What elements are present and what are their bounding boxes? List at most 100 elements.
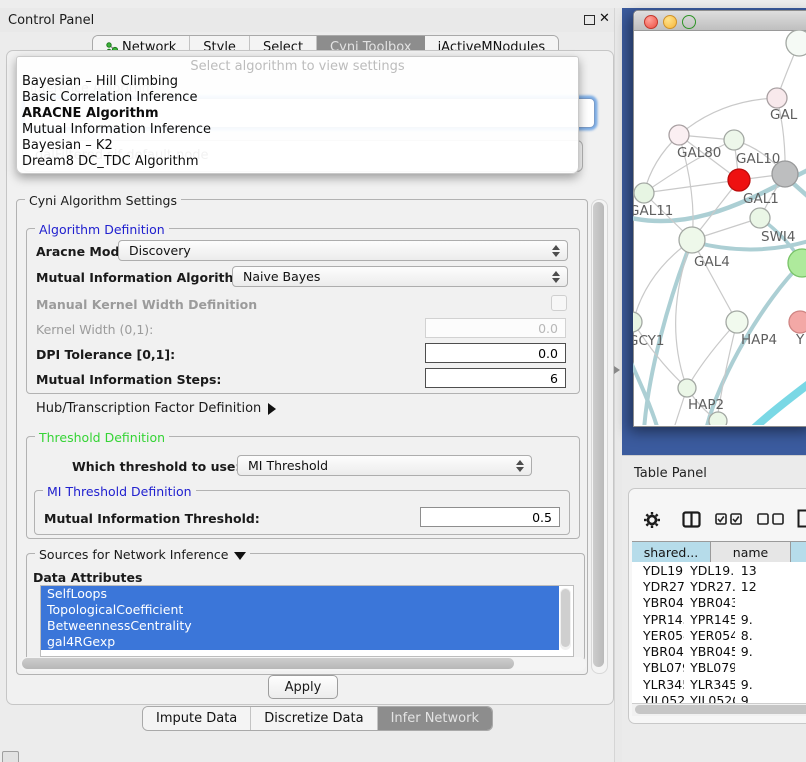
table-row[interactable]: YBL079WYBL079W (632, 660, 806, 676)
algorithm-dropdown-popup: Select algorithm to view settings Bayesi… (16, 56, 579, 174)
mi-threshold-group-title: MI Threshold Definition (43, 484, 196, 499)
node-gray[interactable] (772, 161, 798, 187)
attribute-option[interactable]: TopologicalCoefficient (41, 602, 559, 618)
table-cell: 9. (735, 677, 806, 692)
sources-group-title[interactable]: Sources for Network Inference (35, 547, 250, 562)
minimize-traffic-light-icon[interactable] (663, 15, 677, 29)
cyni-settings-title: Cyni Algorithm Settings (25, 193, 181, 208)
network-window-titlebar[interactable] (634, 11, 806, 31)
algorithm-definition-title: Algorithm Definition (35, 222, 169, 237)
column-header[interactable]: A (791, 542, 806, 563)
table-row[interactable]: YJL052CYJL052C9 (632, 692, 806, 703)
node-label: GAL1 (743, 191, 779, 207)
algorithm-option[interactable]: Basic Correlation Inference (17, 90, 578, 106)
table-row[interactable]: YDL19...YDL19...13 (632, 562, 806, 578)
algorithm-option[interactable]: Mutual Information Inference (17, 122, 578, 138)
network-edge (750, 380, 806, 425)
which-threshold-combo[interactable]: MI Threshold (237, 455, 532, 476)
attribute-option[interactable]: gal4RGexp (41, 634, 559, 650)
node-label: HAP4 (741, 332, 777, 348)
table-row[interactable]: YDR27...YDR27...12 (632, 578, 806, 594)
node-gal1[interactable] (728, 169, 750, 191)
network-edge (679, 98, 777, 135)
node-salmon[interactable] (789, 311, 806, 333)
table-row[interactable]: YPR145WYPR145W9. (632, 611, 806, 627)
hub-definition-label: Hub/Transcription Factor Definition (36, 401, 261, 416)
table-row[interactable]: YBR045CYBR045C9. (632, 643, 806, 659)
table-cell: YBL079W (684, 660, 735, 675)
table-row[interactable]: YLR345WYLR345W9. (632, 676, 806, 692)
node-hap4[interactable] (726, 311, 748, 333)
aracne-mode-combo[interactable]: Discovery (118, 240, 568, 261)
node-top-partial[interactable] (786, 30, 806, 56)
algorithm-option[interactable]: Dream8 DC_TDC Algorithm (17, 154, 578, 170)
node-label: GAL (770, 107, 798, 123)
table-body: YDL19...YDL19...13YDR27...YDR27...12YBR0… (632, 562, 806, 703)
network-edge (692, 240, 737, 322)
settings-vertical-scrollbar-thumb[interactable] (593, 202, 604, 667)
tab-label: Impute Data (156, 711, 237, 726)
tab-discretize-data[interactable]: Discretize Data (251, 707, 377, 730)
node-gal-pink[interactable] (767, 88, 787, 108)
zoom-traffic-light-icon[interactable] (682, 15, 696, 29)
node-gcy1[interactable] (633, 312, 642, 332)
tab-label: Infer Network (391, 711, 479, 726)
document-icon[interactable] (797, 509, 806, 529)
node-gal80[interactable] (669, 125, 689, 145)
apply-button[interactable]: Apply (268, 675, 338, 699)
node-label: GAL11 (633, 203, 673, 219)
node-hap2[interactable] (678, 379, 696, 397)
algorithm-option[interactable]: Bayesian – Hill Climbing (17, 74, 578, 90)
sources-label: Sources for Network Inference (39, 547, 228, 562)
algorithm-option[interactable]: Bayesian – K2 (17, 138, 578, 154)
node-gal10[interactable] (724, 130, 744, 150)
table-cell: YPR145W (632, 612, 684, 627)
table-cell: YBR045C (632, 644, 684, 659)
node-gal4[interactable] (679, 227, 705, 253)
panel-corner-button[interactable] (2, 751, 19, 762)
settings-horizontal-scrollbar (20, 657, 586, 671)
table-horizontal-scrollbar-thumb[interactable] (635, 705, 806, 714)
attribute-option[interactable]: SelfLoops (41, 586, 559, 602)
node-gal11[interactable] (634, 183, 654, 203)
dpi-tolerance-input[interactable]: 0.0 (425, 343, 566, 363)
checked-pair-icon[interactable] (715, 513, 742, 526)
table-row[interactable]: YBR043CYBR043C (632, 595, 806, 611)
data-attributes-list[interactable]: SelfLoopsTopologicalCoefficientBetweenne… (40, 585, 574, 657)
stepper-arrows-icon (512, 460, 528, 472)
splitter-handle-icon[interactable] (613, 364, 621, 376)
attributes-scrollbar-thumb[interactable] (561, 589, 570, 647)
close-icon[interactable]: ✕ (599, 11, 610, 26)
table-cell: YBR043C (684, 595, 735, 610)
mi-threshold-input[interactable]: 0.5 (420, 507, 560, 527)
mi-type-combo[interactable]: Naive Bayes (232, 266, 568, 287)
manual-kernel-checkbox[interactable] (551, 295, 567, 311)
kernel-width-input[interactable]: 0.0 (425, 318, 566, 338)
network-canvas[interactable]: GALGAL80GAL10GAL1GAL11SWI4GAL4GCY1HAP4YH… (633, 30, 806, 425)
table-cell: YBR043C (632, 595, 684, 610)
close-traffic-light-icon[interactable] (644, 15, 658, 29)
table-row[interactable]: YER054CYER054C8. (632, 627, 806, 643)
table-panel-title: Table Panel (634, 466, 707, 481)
tab-impute-data[interactable]: Impute Data (143, 707, 251, 730)
which-threshold-label: Which threshold to use: (72, 459, 240, 474)
tab-infer-network[interactable]: Infer Network (378, 707, 492, 730)
gear-icon[interactable] (643, 511, 661, 529)
column-header[interactable]: shared... (632, 542, 711, 563)
split-columns-icon[interactable] (682, 511, 701, 528)
unchecked-pair-icon[interactable] (757, 513, 784, 526)
tab-label: Discretize Data (264, 711, 363, 726)
node-bottom-partial[interactable] (709, 412, 727, 425)
table-cell: YLR345W (684, 677, 735, 692)
settings-horizontal-scrollbar-thumb[interactable] (22, 658, 514, 669)
attribute-option[interactable]: BetweennessCentrality (41, 618, 559, 634)
algorithm-option[interactable]: ARACNE Algorithm (17, 106, 578, 122)
hub-definition-toggle[interactable]: Hub/Transcription Factor Definition (36, 401, 276, 416)
node-label: Y (795, 332, 805, 348)
table-header: shared...nameA (632, 541, 806, 564)
column-header[interactable]: name (711, 542, 791, 563)
float-window-icon[interactable] (584, 15, 595, 25)
mi-steps-input[interactable]: 6 (425, 368, 566, 388)
table-cell: YDL19... (684, 563, 735, 578)
node-swi4[interactable] (750, 208, 770, 228)
